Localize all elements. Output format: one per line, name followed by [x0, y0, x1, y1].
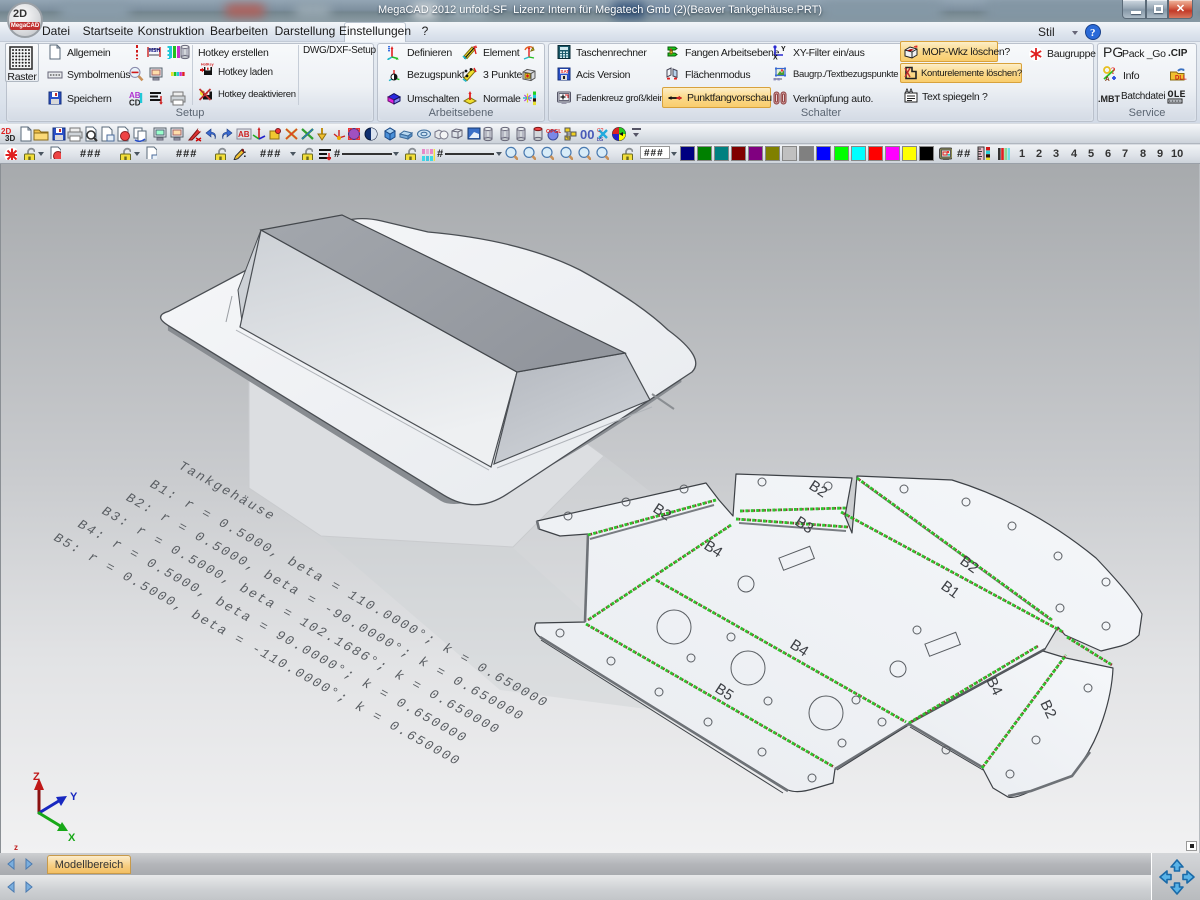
svg-text:.MBT: .MBT	[1098, 94, 1120, 104]
svg-text:MSH: MSH	[149, 48, 161, 54]
svg-text:00: 00	[580, 127, 594, 142]
svg-text:OPGL: OPGL	[546, 129, 561, 135]
svg-text:Y: Y	[781, 46, 786, 53]
svg-text:X: X	[68, 832, 76, 844]
svg-text:A: A	[909, 89, 913, 95]
svg-text:?: ?	[1090, 27, 1096, 39]
svg-text:PG: PG	[1103, 44, 1123, 60]
svg-text:A: A	[905, 89, 909, 95]
svg-text:C?: C?	[597, 128, 604, 134]
svg-text:?: ?	[1111, 66, 1116, 76]
svg-text:CD: CD	[129, 99, 141, 106]
svg-text:HotKey: HotKey	[201, 63, 214, 67]
svg-text:DLL: DLL	[1175, 76, 1187, 82]
svg-text:3D: 3D	[5, 134, 15, 142]
svg-text:Z: Z	[33, 771, 40, 783]
svg-text:AB: AB	[238, 130, 250, 139]
svg-text:X: X	[773, 55, 778, 61]
svg-text:SAT: SAT	[560, 69, 569, 74]
svg-text:.CIP: .CIP	[1168, 48, 1188, 59]
svg-text:bS: bS	[597, 137, 604, 142]
svg-text:A: A	[1105, 76, 1110, 82]
svg-text:Y: Y	[70, 791, 78, 803]
